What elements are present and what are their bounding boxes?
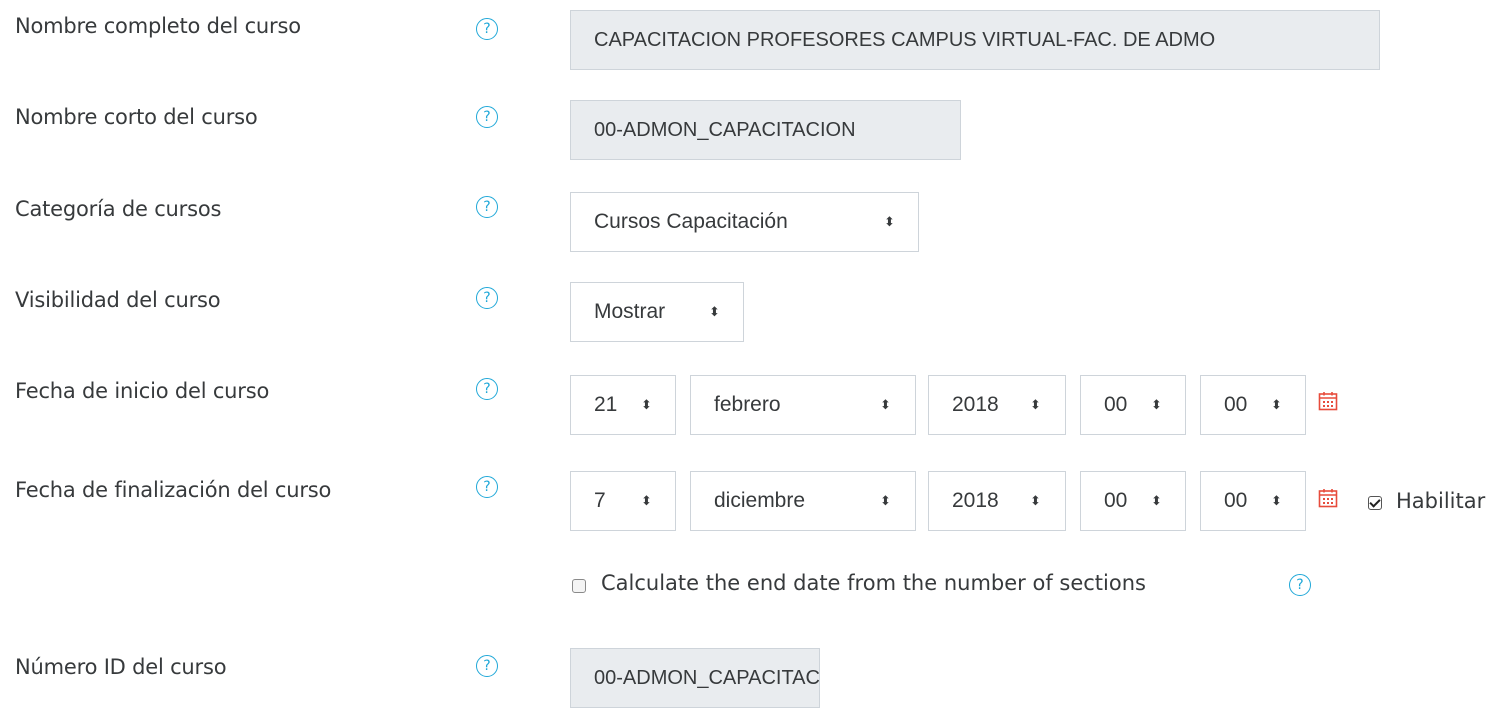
- help-question-icon[interactable]: ?: [1289, 574, 1311, 596]
- visibility-select[interactable]: Mostrar ⬍: [570, 282, 744, 342]
- enddate-month-select[interactable]: diciembre ⬍: [690, 471, 916, 531]
- enddate-minute-select[interactable]: 00 ⬍: [1200, 471, 1306, 531]
- enddate-enable-label: Habilitar: [1396, 489, 1486, 513]
- sort-arrows-icon: ⬍: [1271, 397, 1282, 412]
- calendar-icon[interactable]: [1318, 488, 1338, 508]
- enddate-day-select[interactable]: 7 ⬍: [570, 471, 676, 531]
- sort-arrows-icon: ⬍: [709, 304, 720, 319]
- enddate-month-value: diciembre: [714, 489, 806, 512]
- enddate-minute-value: 00: [1224, 489, 1248, 512]
- fullname-label: Nombre completo del curso: [15, 14, 301, 38]
- startdate-month-value: febrero: [714, 393, 781, 416]
- help-question-icon[interactable]: ?: [476, 196, 498, 218]
- startdate-label: Fecha de inicio del curso: [15, 379, 270, 403]
- help-question-icon[interactable]: ?: [476, 287, 498, 309]
- enddate-label: Fecha de finalización del curso: [15, 478, 332, 502]
- enddate-enable-checkbox[interactable]: [1368, 496, 1382, 510]
- enddate-day-value: 7: [594, 489, 606, 512]
- idnumber-input[interactable]: 00-ADMON_CAPACITACION: [570, 648, 820, 708]
- calculate-enddate-checkbox[interactable]: [572, 579, 586, 593]
- startdate-year-value: 2018: [952, 393, 999, 416]
- visibility-select-value: Mostrar: [594, 300, 666, 323]
- calculate-enddate-label: Calculate the end date from the number o…: [601, 571, 1146, 595]
- visibility-label: Visibilidad del curso: [15, 288, 221, 312]
- enddate-year-select[interactable]: 2018 ⬍: [928, 471, 1066, 531]
- enddate-year-value: 2018: [952, 489, 999, 512]
- startdate-hour-select[interactable]: 00 ⬍: [1080, 375, 1186, 435]
- sort-arrows-icon: ⬍: [1271, 493, 1282, 508]
- startdate-day-value: 21: [594, 393, 618, 416]
- fullname-input[interactable]: CAPACITACION PROFESORES CAMPUS VIRTUAL-F…: [570, 10, 1380, 70]
- sort-arrows-icon: ⬍: [1151, 397, 1162, 412]
- help-question-icon[interactable]: ?: [476, 18, 498, 40]
- sort-arrows-icon: ⬍: [641, 493, 652, 508]
- enddate-hour-value: 00: [1104, 489, 1128, 512]
- help-question-icon[interactable]: ?: [476, 476, 498, 498]
- category-select[interactable]: Cursos Capacitación ⬍: [570, 192, 919, 252]
- category-select-value: Cursos Capacitación: [594, 210, 788, 233]
- startdate-month-select[interactable]: febrero ⬍: [690, 375, 916, 435]
- sort-arrows-icon: ⬍: [884, 214, 895, 229]
- help-question-icon[interactable]: ?: [476, 378, 498, 400]
- shortname-input[interactable]: 00-ADMON_CAPACITACION: [570, 100, 961, 160]
- startdate-minute-value: 00: [1224, 393, 1248, 416]
- startdate-hour-value: 00: [1104, 393, 1128, 416]
- sort-arrows-icon: ⬍: [1030, 493, 1041, 508]
- sort-arrows-icon: ⬍: [880, 493, 891, 508]
- startdate-year-select[interactable]: 2018 ⬍: [928, 375, 1066, 435]
- startdate-day-select[interactable]: 21 ⬍: [570, 375, 676, 435]
- idnumber-label: Número ID del curso: [15, 655, 227, 679]
- sort-arrows-icon: ⬍: [1151, 493, 1162, 508]
- shortname-label: Nombre corto del curso: [15, 105, 258, 129]
- sort-arrows-icon: ⬍: [641, 397, 652, 412]
- help-question-icon[interactable]: ?: [476, 106, 498, 128]
- help-question-icon[interactable]: ?: [476, 655, 498, 677]
- startdate-minute-select[interactable]: 00 ⬍: [1200, 375, 1306, 435]
- sort-arrows-icon: ⬍: [1030, 397, 1041, 412]
- sort-arrows-icon: ⬍: [880, 397, 891, 412]
- calendar-icon[interactable]: [1318, 391, 1338, 411]
- enddate-hour-select[interactable]: 00 ⬍: [1080, 471, 1186, 531]
- category-label: Categoría de cursos: [15, 197, 222, 221]
